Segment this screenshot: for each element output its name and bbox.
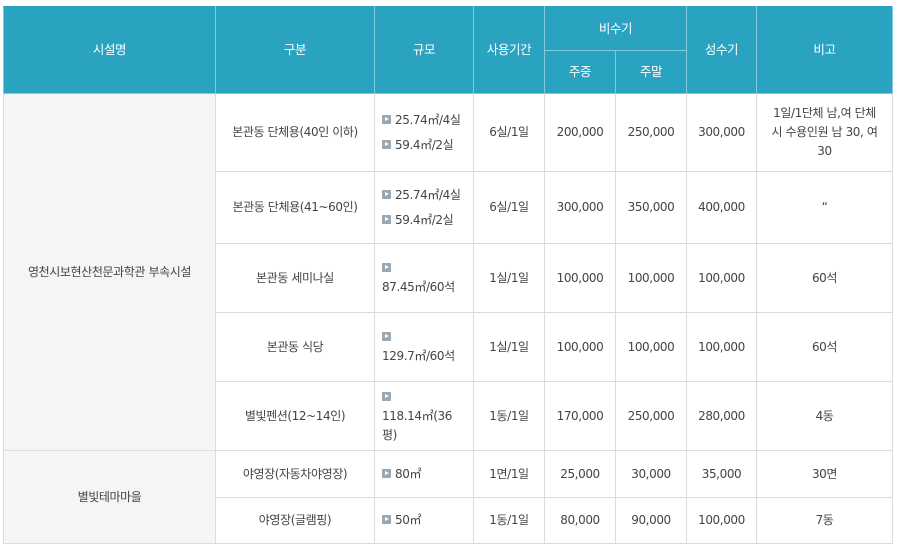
- weekday-cell: 200,000: [544, 93, 616, 172]
- weekday-cell: 100,000: [544, 312, 616, 382]
- bullet-icon: [382, 189, 391, 199]
- scale-text: 50㎡: [395, 513, 422, 527]
- table-row: 영천시보현산천문과학관 부속시설 본관동 단체용(40인 이하) 25.74㎡/…: [3, 93, 893, 451]
- header-peak: 성수기: [686, 6, 757, 94]
- note-cell: “: [756, 171, 893, 244]
- header-type: 구분: [215, 6, 375, 94]
- weekend-cell: 250,000: [615, 93, 687, 172]
- scale-text: 25.74㎡/4실: [395, 112, 461, 127]
- header-off-peak: 비수기: [544, 6, 687, 51]
- type-cell: 별빛펜션(12~14인): [215, 381, 375, 451]
- note-text: 1일/1단체 남,여 단체시 수용인원 남 30, 여 30: [771, 106, 878, 158]
- scale-cell: 80㎡: [374, 450, 474, 498]
- scale-cell: 25.74㎡/4실 59.4㎡/2실: [374, 93, 474, 172]
- weekday-cell: 25,000: [544, 450, 616, 498]
- type-cell: 본관동 식당: [215, 312, 375, 382]
- note-cell: 60석: [756, 243, 893, 313]
- weekend-cell: 100,000: [615, 312, 687, 382]
- scale-text: 129.7㎡/60석: [382, 349, 455, 363]
- header-period-text: 사용기간: [486, 42, 532, 57]
- bullet-icon: [382, 332, 391, 341]
- header-facility: 시설명: [3, 6, 216, 94]
- facility-fee-table: 시설명 구분 규모 사용기간 비수기 성수기 비고 주중 주말 영천시보현산천문…: [3, 6, 893, 544]
- peak-cell: 280,000: [686, 381, 757, 451]
- type-text: 본관동 단체용(41~60인): [232, 200, 358, 214]
- scale-text: 59.4㎡/2실: [395, 137, 454, 152]
- scale-text: 80㎡: [395, 466, 422, 481]
- period-cell: 1면/1일: [473, 450, 545, 498]
- note-cell: 7동: [756, 497, 893, 544]
- peak-cell: 400,000: [686, 171, 757, 244]
- scale-line: 25.74㎡/4실: [382, 111, 467, 130]
- scale-line: 59.4㎡/2실: [382, 211, 467, 230]
- bullet-icon: [382, 214, 391, 224]
- period-cell: 1동/1일: [473, 381, 545, 451]
- type-cell: 본관동 단체용(41~60인): [215, 171, 375, 244]
- facility-cell: 영천시보현산천문과학관 부속시설: [3, 93, 216, 451]
- header-weekday: 주중: [544, 50, 616, 94]
- header-note: 비고: [756, 6, 893, 94]
- facility-name: 영천시보현산천문과학관 부속시설: [27, 264, 192, 279]
- peak-cell: 100,000: [686, 312, 757, 382]
- note-cell: 60석: [756, 312, 893, 382]
- scale-line: 59.4㎡/2실: [382, 136, 467, 155]
- bullet-icon: [382, 263, 391, 272]
- weekday-cell: 170,000: [544, 381, 616, 451]
- header-weekend: 주말: [615, 50, 687, 94]
- type-text: 본관동 단체용(40인 이하): [232, 125, 358, 139]
- table-row: 별빛테마마을 야영장(자동차야영장) 80㎡ 1면/1일 25,000 30,0…: [3, 450, 893, 544]
- scale-cell: 25.74㎡/4실 59.4㎡/2실: [374, 171, 474, 244]
- peak-cell: 100,000: [686, 243, 757, 313]
- scale-text: 59.4㎡/2실: [395, 212, 454, 227]
- peak-cell: 35,000: [686, 450, 757, 498]
- weekday-cell: 300,000: [544, 171, 616, 244]
- scale-cell: 118.14㎡(36평): [374, 381, 474, 451]
- type-cell: 본관동 세미나실: [215, 243, 375, 313]
- weekend-cell: 100,000: [615, 243, 687, 313]
- weekend-cell: 90,000: [615, 497, 687, 544]
- peak-cell: 100,000: [686, 497, 757, 544]
- scale-text: 118.14㎡(36평): [382, 408, 452, 442]
- note-cell: 30면: [756, 450, 893, 498]
- bullet-icon: [382, 468, 391, 478]
- period-cell: 6실/1일: [473, 171, 545, 244]
- header-period: 사용기간: [473, 6, 545, 94]
- type-cell: 야영장(글램핑): [215, 497, 375, 544]
- bullet-icon: [382, 114, 391, 124]
- weekend-cell: 250,000: [615, 381, 687, 451]
- scale-cell: 50㎡: [374, 497, 474, 544]
- header-scale: 규모: [374, 6, 474, 94]
- scale-cell: 129.7㎡/60석: [374, 312, 474, 382]
- type-cell: 본관동 단체용(40인 이하): [215, 93, 375, 172]
- weekday-cell: 100,000: [544, 243, 616, 313]
- note-cell: 1일/1단체 남,여 단체시 수용인원 남 30, 여 30: [756, 93, 893, 172]
- period-cell: 1동/1일: [473, 497, 545, 544]
- fee-table-container: 시설명 구분 규모 사용기간 비수기 성수기 비고 주중 주말 영천시보현산천문…: [3, 6, 893, 544]
- weekend-cell: 30,000: [615, 450, 687, 498]
- scale-text: 87.45㎡/60석: [382, 280, 455, 294]
- weekend-cell: 350,000: [615, 171, 687, 244]
- period-cell: 6실/1일: [473, 93, 545, 172]
- note-cell: 4동: [756, 381, 893, 451]
- period-cell: 1실/1일: [473, 243, 545, 313]
- scale-text: 25.74㎡/4실: [395, 187, 461, 202]
- weekday-cell: 80,000: [544, 497, 616, 544]
- facility-cell: 별빛테마마을: [3, 450, 216, 544]
- bullet-icon: [382, 139, 391, 149]
- bullet-icon: [382, 515, 391, 524]
- peak-cell: 300,000: [686, 93, 757, 172]
- scale-cell: 87.45㎡/60석: [374, 243, 474, 313]
- period-cell: 1실/1일: [473, 312, 545, 382]
- scale-line: 25.74㎡/4실: [382, 186, 467, 205]
- bullet-icon: [382, 391, 391, 401]
- type-cell: 야영장(자동차야영장): [215, 450, 375, 498]
